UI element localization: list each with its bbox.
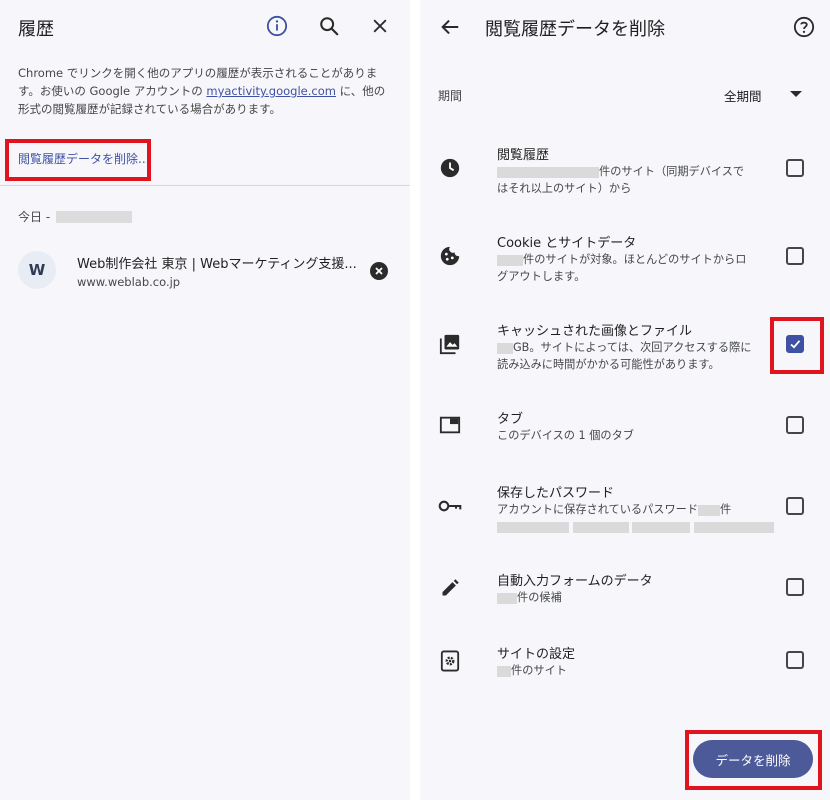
option-title: キャッシュされた画像とファイル bbox=[497, 324, 693, 339]
divider bbox=[0, 185, 410, 186]
clear-data-pane: 閲覧履歴データを削除 期間 全期間 閲覧履歴 件のサイト（同期デバイスではそれ以… bbox=[420, 0, 830, 800]
history-pane: 履歴 Chrome でリンクを開く他のアプリの履歴が表示されることがあります。お… bbox=[0, 0, 410, 800]
checkbox-site-settings[interactable] bbox=[786, 651, 804, 669]
period-label: 期間 bbox=[438, 89, 463, 103]
site-settings-icon bbox=[438, 649, 462, 673]
highlight-box bbox=[685, 730, 822, 790]
option-title: タブ bbox=[497, 412, 524, 427]
help-icon[interactable] bbox=[792, 15, 816, 39]
site-favicon: W bbox=[18, 251, 56, 289]
option-description: 件のサイト（同期デバイスではそれ以上のサイト）から bbox=[497, 163, 767, 197]
myactivity-link[interactable]: myactivity.google.com bbox=[206, 84, 336, 98]
option-desc-line1: 件のサイト（同期デバイスで bbox=[599, 165, 745, 178]
blurred-count bbox=[698, 504, 721, 516]
option-description: 件の候補 bbox=[497, 589, 767, 606]
highlight-box bbox=[770, 317, 824, 374]
chevron-down-icon[interactable] bbox=[790, 91, 802, 97]
option-desc-line1: 件のサイトが対象。ほとんどのサイトからロ bbox=[523, 253, 747, 266]
checkbox-passwords[interactable] bbox=[786, 497, 804, 515]
option-description: GB。サイトによっては、次回アクセスする際に読み込みに時間がかかる可能性がありま… bbox=[497, 339, 797, 373]
close-icon[interactable] bbox=[368, 14, 392, 38]
option-title: 閲覧履歴 bbox=[497, 148, 550, 163]
checkbox-cookies[interactable] bbox=[786, 247, 804, 265]
option-title: サイトの設定 bbox=[497, 647, 576, 662]
search-icon[interactable] bbox=[317, 14, 341, 38]
history-description: Chrome でリンクを開く他のアプリの履歴が表示されることがあります。お使いの… bbox=[18, 64, 394, 118]
tab-icon bbox=[438, 413, 462, 437]
cookie-icon bbox=[438, 244, 462, 268]
key-icon bbox=[438, 494, 462, 518]
blurred-size bbox=[497, 342, 513, 354]
option-description: 件のサイト bbox=[497, 662, 767, 679]
blurred-count bbox=[497, 254, 523, 266]
blurred-account bbox=[632, 521, 691, 533]
option-desc-line2: 読み込みに時間がかかる可能性があります。 bbox=[497, 358, 720, 371]
blurred-account bbox=[572, 521, 629, 533]
option-title: Cookie とサイトデータ bbox=[497, 236, 637, 251]
option-desc-line1: アカウントに保存されているパスワード bbox=[497, 503, 699, 516]
blurred-count bbox=[497, 665, 511, 677]
info-icon[interactable] bbox=[265, 14, 289, 38]
option-description: 件のサイトが対象。ほとんどのサイトからログアウトします。 bbox=[497, 251, 767, 285]
option-desc-line1: 件のサイト bbox=[511, 664, 567, 677]
highlight-box bbox=[5, 139, 151, 181]
image-icon bbox=[438, 332, 462, 356]
blurred-account bbox=[497, 521, 569, 533]
entry-url: www.weblab.co.jp bbox=[77, 275, 181, 289]
option-desc-line1: GB。サイトによっては、次回アクセスする際に bbox=[513, 341, 752, 354]
option-title: 自動入力フォームのデータ bbox=[497, 574, 653, 589]
back-arrow-icon[interactable] bbox=[438, 15, 462, 39]
period-select[interactable]: 全期間 bbox=[724, 86, 762, 105]
clock-icon bbox=[438, 156, 462, 180]
option-title: 保存したパスワード bbox=[497, 486, 615, 501]
blurred-count bbox=[497, 166, 599, 178]
option-desc-line2: はそれ以上のサイト）から bbox=[497, 182, 632, 195]
blurred-date bbox=[56, 210, 133, 223]
checkbox-autofill[interactable] bbox=[786, 578, 804, 596]
remove-icon[interactable] bbox=[370, 262, 388, 280]
checkbox-browsing-history[interactable] bbox=[786, 159, 804, 177]
date-label: 今日 - bbox=[18, 210, 51, 224]
page-title: 履歴 bbox=[18, 19, 54, 40]
option-desc-unit: 件 bbox=[720, 503, 732, 516]
entry-title: Web制作会社 東京 | Webマーケティング支援... bbox=[77, 257, 357, 272]
history-entry[interactable]: W Web制作会社 東京 | Webマーケティング支援... www.webla… bbox=[18, 248, 393, 294]
option-desc-line2: グアウトします。 bbox=[497, 270, 586, 283]
option-desc-line1: 件の候補 bbox=[517, 591, 562, 604]
pencil-icon bbox=[438, 576, 462, 600]
blurred-account bbox=[693, 521, 774, 533]
checkbox-tabs[interactable] bbox=[786, 416, 804, 434]
date-header: 今日 - bbox=[18, 208, 133, 225]
option-description: アカウントに保存されているパスワード 件 bbox=[497, 501, 797, 535]
page-title: 閲覧履歴データを削除 bbox=[485, 19, 665, 40]
blurred-count bbox=[497, 592, 517, 604]
option-description: このデバイスの 1 個のタブ bbox=[497, 429, 634, 442]
